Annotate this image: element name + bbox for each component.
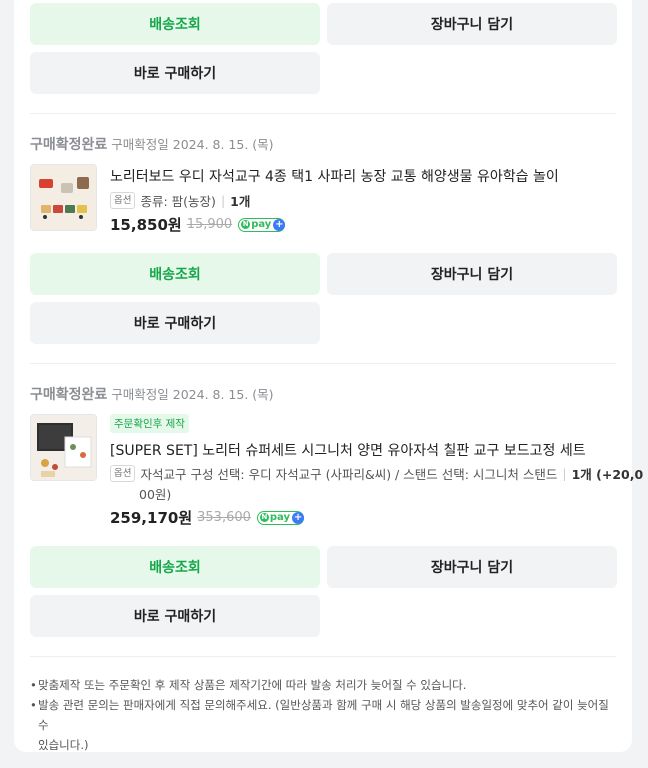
original-price: 353,600 xyxy=(197,510,251,525)
buy-now-button[interactable]: 바로 구매하기 xyxy=(30,302,320,344)
npay-plus-icon: Npay + xyxy=(256,510,305,525)
notice-item: 발송 관련 문의는 판매자에게 직접 문의해주세요. (일반상품과 함께 구매 … xyxy=(30,695,616,735)
notice-item-continued: 있습니다.) xyxy=(38,738,89,752)
add-to-cart-button[interactable]: 장바구니 담기 xyxy=(327,253,617,295)
product-thumbnail[interactable] xyxy=(30,164,97,231)
sale-price: 259,170원 xyxy=(110,509,193,527)
order-status: 구매확정완료 구매확정일 2024. 8. 15. (목) xyxy=(30,387,274,403)
sale-price: 15,850원 xyxy=(110,216,182,234)
notice-item: 맞춤제작 또는 주문확인 후 제작 상품은 제작기간에 따라 발송 처리가 늦어… xyxy=(30,675,616,695)
quantity: 1개 (+20,0 xyxy=(571,467,644,482)
confirm-date: 구매확정일 2024. 8. 15. (목) xyxy=(111,387,274,402)
price-row: 15,850원 15,900 Npay + xyxy=(110,214,286,235)
option-badge: 옵션 xyxy=(110,192,136,209)
product-thumbnail[interactable] xyxy=(30,414,97,481)
divider xyxy=(30,363,616,364)
product-option: 옵션 종류: 팜(농장) | 1개 xyxy=(110,191,250,210)
add-to-cart-button[interactable]: 장바구니 담기 xyxy=(327,546,617,588)
track-delivery-button[interactable]: 배송조회 xyxy=(30,253,320,295)
quantity-continued: 00원) xyxy=(139,487,172,502)
order-list-card: 배송조회 장바구니 담기 바로 구매하기 구매확정완료 구매확정일 2024. 8… xyxy=(14,0,643,755)
buy-now-button[interactable]: 바로 구매하기 xyxy=(30,595,320,637)
quantity: 1개 xyxy=(230,194,251,209)
divider xyxy=(30,656,616,657)
track-delivery-button[interactable]: 배송조회 xyxy=(30,546,320,588)
buy-now-button[interactable]: 바로 구매하기 xyxy=(30,52,320,94)
option-badge: 옵션 xyxy=(110,465,136,482)
product-title[interactable]: 노리터보드 우디 자석교구 4종 택1 사파리 농장 교통 해양생물 유아학습 … xyxy=(110,166,559,186)
separator: | xyxy=(562,466,567,481)
order-status: 구매확정완료 구매확정일 2024. 8. 15. (목) xyxy=(30,137,274,153)
made-to-order-badge: 주문확인후 제작 xyxy=(110,414,189,433)
product-title[interactable]: [SUPER SET] 노리터 슈퍼세트 시그니처 양면 유아자석 칠판 교구 … xyxy=(110,440,586,460)
track-delivery-button[interactable]: 배송조회 xyxy=(30,3,320,45)
separator: | xyxy=(220,193,226,208)
original-price: 15,900 xyxy=(186,217,233,232)
confirm-date: 구매확정일 2024. 8. 15. (목) xyxy=(111,137,274,152)
product-option: 옵션 자석교구 구성 선택: 우디 자석교구 (사파리&씨) / 스탠드 선택:… xyxy=(110,464,643,483)
divider xyxy=(30,113,616,114)
price-row: 259,170원 353,600 Npay + xyxy=(110,507,305,528)
npay-plus-icon: Npay + xyxy=(238,217,286,232)
add-to-cart-button[interactable]: 장바구니 담기 xyxy=(327,3,617,45)
notice-list: 맞춤제작 또는 주문확인 후 제작 상품은 제작기간에 따라 발송 처리가 늦어… xyxy=(30,675,616,755)
